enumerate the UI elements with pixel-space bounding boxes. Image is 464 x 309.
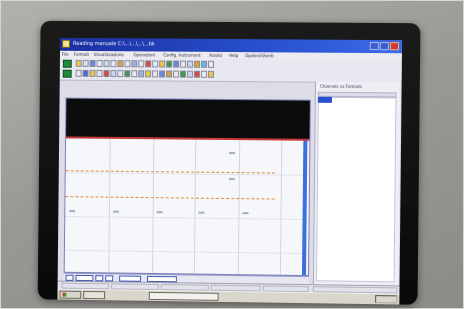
toolbar-icon[interactable] bbox=[172, 70, 180, 78]
system-tray bbox=[375, 295, 398, 304]
taskbar-item-active[interactable] bbox=[148, 291, 219, 301]
toolbar-icon[interactable] bbox=[152, 60, 159, 68]
toolbar-icon[interactable] bbox=[89, 69, 96, 77]
toolbar-icon[interactable] bbox=[166, 70, 173, 78]
channels-panel: Channels vs Formats bbox=[312, 81, 401, 286]
toolbar-icon[interactable] bbox=[124, 60, 131, 68]
plot-header-band bbox=[66, 98, 310, 141]
toolbar-icon[interactable] bbox=[131, 60, 138, 68]
channels-list[interactable] bbox=[315, 96, 397, 283]
start-icon bbox=[62, 292, 67, 297]
tick-label bbox=[242, 212, 249, 215]
tick-label bbox=[156, 211, 163, 214]
signal-trace bbox=[65, 196, 275, 200]
toolbar-icon[interactable] bbox=[82, 69, 89, 77]
close-icon[interactable] bbox=[389, 42, 400, 51]
toolbar-icon[interactable] bbox=[89, 59, 96, 67]
monitor-screen: Reading manuale C:\...\...\...\...bk Fil… bbox=[57, 37, 403, 294]
waveform-plot[interactable] bbox=[63, 97, 311, 277]
toolbar-row-bottom bbox=[75, 69, 214, 79]
toolbar-icon[interactable] bbox=[173, 60, 180, 68]
toolbar-icon[interactable] bbox=[138, 60, 145, 68]
toolbar-icon[interactable] bbox=[145, 60, 152, 68]
toolbar-icon[interactable] bbox=[103, 70, 110, 78]
tick-label bbox=[228, 178, 235, 181]
toolbar-icon[interactable] bbox=[166, 60, 173, 68]
toolbar-acquire-icon[interactable] bbox=[62, 59, 72, 68]
tick-label bbox=[69, 210, 76, 213]
toolbar-icon[interactable] bbox=[201, 60, 208, 68]
channels-panel-title: Channels vs Formats bbox=[319, 83, 362, 90]
toolbar-icon[interactable] bbox=[200, 70, 207, 78]
menu-item-help[interactable]: Help bbox=[229, 52, 238, 59]
toolbar-icon[interactable] bbox=[103, 60, 110, 68]
toolbar-icon[interactable] bbox=[180, 60, 187, 68]
toolbar-icon[interactable] bbox=[159, 60, 166, 68]
grid-line bbox=[279, 140, 283, 275]
toolbar-icon[interactable] bbox=[75, 69, 82, 77]
toolbar-icon[interactable] bbox=[159, 70, 166, 78]
tick-label bbox=[198, 211, 205, 214]
grid-line bbox=[64, 249, 309, 255]
toolbar-row-top bbox=[75, 59, 215, 69]
toolbar-icon[interactable] bbox=[193, 70, 200, 78]
maximize-icon[interactable] bbox=[379, 42, 389, 51]
toolbar-icon[interactable] bbox=[194, 60, 201, 68]
toolbar-icon[interactable] bbox=[75, 59, 82, 67]
toolbar-icon[interactable] bbox=[131, 70, 138, 78]
grid-line bbox=[65, 216, 309, 220]
toolbar-icon[interactable] bbox=[208, 60, 215, 68]
channels-selected-row[interactable] bbox=[317, 96, 332, 103]
toolbar-icon[interactable] bbox=[82, 59, 89, 67]
toolbar-stop-icon[interactable] bbox=[62, 69, 72, 78]
menu-item-file[interactable]: File bbox=[62, 51, 69, 58]
grid-line bbox=[108, 138, 111, 273]
toolbar-icon[interactable] bbox=[117, 70, 124, 78]
toolbar-icon[interactable] bbox=[179, 70, 187, 78]
toolbar-icon[interactable] bbox=[145, 70, 152, 78]
app-icon bbox=[62, 39, 71, 48]
toolbar-icon[interactable] bbox=[124, 70, 131, 78]
window-title: Reading manuale C:\...\...\...\...bk bbox=[72, 40, 155, 48]
toolbar-icon[interactable] bbox=[207, 70, 214, 78]
toolbar-icon[interactable] bbox=[138, 70, 145, 78]
toolbar-icon[interactable] bbox=[96, 69, 103, 77]
monitor-bezel: Reading manuale C:\...\...\...\...bk Fil… bbox=[37, 20, 421, 305]
toolbar-icon[interactable] bbox=[110, 60, 117, 68]
toolbar-icon[interactable] bbox=[186, 70, 194, 78]
toolbar-icon[interactable] bbox=[187, 60, 194, 68]
grid-line bbox=[193, 139, 197, 274]
grid-line bbox=[152, 139, 155, 273]
tick-label bbox=[112, 210, 119, 213]
minimize-icon[interactable] bbox=[369, 41, 379, 51]
taskbar-item[interactable] bbox=[83, 290, 106, 300]
grid-line bbox=[237, 140, 241, 275]
toolbar-icon[interactable] bbox=[152, 70, 159, 78]
start-button[interactable] bbox=[59, 290, 82, 299]
plot-cursor[interactable] bbox=[301, 140, 308, 276]
toolbar-icon[interactable] bbox=[96, 60, 103, 68]
toolbar-icon[interactable] bbox=[117, 60, 124, 68]
toolbar bbox=[59, 57, 402, 84]
tick-label bbox=[229, 152, 236, 155]
toolbar-icon[interactable] bbox=[110, 70, 117, 78]
